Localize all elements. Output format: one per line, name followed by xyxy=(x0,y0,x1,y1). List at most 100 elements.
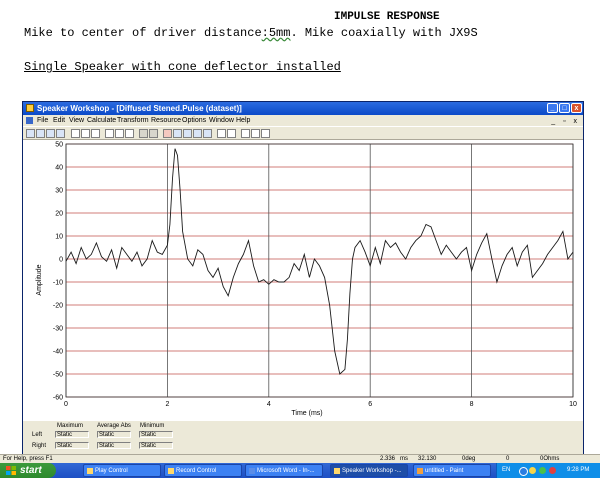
y-tick-label: -40 xyxy=(53,349,63,356)
y-tick-label: 10 xyxy=(55,234,63,241)
zoom-out-icon[interactable] xyxy=(227,129,236,138)
task-record-control[interactable]: Record Control xyxy=(164,464,242,477)
speaker-icon xyxy=(168,468,174,474)
clock: 9:28 PM xyxy=(567,467,590,473)
props-icon[interactable] xyxy=(193,129,202,138)
stats-right-minimum: Static xyxy=(139,442,173,449)
document-icon[interactable] xyxy=(26,117,33,124)
task-label: Play Control xyxy=(95,468,128,474)
stats-right-maximum: Static xyxy=(55,442,89,449)
chart-view-icon[interactable] xyxy=(173,129,182,138)
windows-logo-icon xyxy=(6,466,16,475)
x-tick-label: 0 xyxy=(64,401,68,408)
taskbar: start Play Control Record Control Micros… xyxy=(0,463,600,478)
tray-app-icon[interactable] xyxy=(539,467,546,474)
minimize-button[interactable]: _ xyxy=(547,103,558,113)
stats-header-minimum: Minimum xyxy=(140,423,165,429)
open-icon[interactable] xyxy=(81,129,90,138)
help-icon[interactable] xyxy=(251,129,260,138)
menu-transform[interactable]: Transform xyxy=(117,115,149,126)
new-icon[interactable] xyxy=(71,129,80,138)
menu-bar: File Edit View Calculate Transform Resou… xyxy=(23,115,583,126)
menu-view[interactable]: View xyxy=(69,115,84,126)
doc-line-mike-distance: Mike to center of driver distance:5mm. M… xyxy=(24,26,478,40)
grid-icon[interactable] xyxy=(56,129,65,138)
menu-resource[interactable]: Resource xyxy=(151,115,181,126)
y-tick-label: -10 xyxy=(53,280,63,287)
table-view-icon[interactable] xyxy=(183,129,192,138)
select-icon[interactable] xyxy=(26,129,35,138)
save-icon[interactable] xyxy=(91,129,100,138)
y-tick-label: 40 xyxy=(55,165,63,172)
language-indicator[interactable]: EN xyxy=(502,463,510,478)
security-icon[interactable] xyxy=(549,467,556,474)
network-icon[interactable] xyxy=(519,467,528,476)
y-tick-label: 30 xyxy=(55,188,63,195)
start-label: start xyxy=(20,465,42,476)
y-tick-label: 0 xyxy=(59,257,63,264)
paint-icon xyxy=(417,468,423,474)
menu-window[interactable]: Window xyxy=(209,115,234,126)
cut-icon[interactable] xyxy=(105,129,114,138)
menu-calculate[interactable]: Calculate xyxy=(87,115,116,126)
start-button[interactable]: start xyxy=(0,463,56,478)
stats-right-average: Static xyxy=(97,442,131,449)
stats-left-maximum: Static xyxy=(55,431,89,438)
task-paint[interactable]: untitled - Paint xyxy=(413,464,491,477)
x-tick-label: 2 xyxy=(165,401,169,408)
undo-icon[interactable] xyxy=(139,129,148,138)
close-button[interactable]: x xyxy=(571,103,582,113)
doc-line-speaker: Single Speaker with cone deflector insta… xyxy=(24,60,341,74)
menu-file[interactable]: File xyxy=(37,115,48,126)
x-axis-label: Time (ms) xyxy=(291,410,322,417)
x-tick-label: 10 xyxy=(569,401,577,408)
copy-icon[interactable] xyxy=(115,129,124,138)
chart-icon[interactable] xyxy=(46,129,55,138)
paste-icon[interactable] xyxy=(125,129,134,138)
calc-icon[interactable] xyxy=(203,129,212,138)
context-help-icon[interactable] xyxy=(261,129,270,138)
y-tick-label: 20 xyxy=(55,211,63,218)
task-microsoft-word[interactable]: Microsoft Word - In-... xyxy=(245,464,323,477)
stats-header-maximum: Maximum xyxy=(57,423,84,429)
measure-icon[interactable] xyxy=(163,129,172,138)
doc-line1-squiggle: :5mm xyxy=(261,26,291,40)
task-play-control[interactable]: Play Control xyxy=(83,464,161,477)
task-label: untitled - Paint xyxy=(425,468,464,474)
task-label: Speaker Workshop -... xyxy=(342,468,402,474)
zoom-in-icon[interactable] xyxy=(217,129,226,138)
x-tick-label: 8 xyxy=(470,401,474,408)
menu-options[interactable]: Options xyxy=(182,115,206,126)
system-tray: EN 9:28 PM xyxy=(496,463,600,478)
stats-header-average: Average Abs xyxy=(97,423,131,429)
x-tick-label: 6 xyxy=(368,401,372,408)
task-label: Microsoft Word - In-... xyxy=(257,468,315,474)
stats-left-minimum: Static xyxy=(139,431,173,438)
title-bar[interactable]: Speaker Workshop - [Diffused Stened.Puls… xyxy=(23,102,583,115)
plot-frame xyxy=(65,143,574,398)
dataset-icon[interactable] xyxy=(36,129,45,138)
doc-heading: IMPULSE RESPONSE xyxy=(334,11,440,23)
toolbar xyxy=(23,126,583,140)
y-tick-label: 50 xyxy=(55,142,63,149)
speaker-workshop-icon xyxy=(334,468,340,474)
window-title: Speaker Workshop - [Diffused Stened.Puls… xyxy=(37,104,242,113)
y-axis-label: Amplitude xyxy=(36,264,43,295)
app-icon[interactable] xyxy=(26,104,34,112)
speaker-workshop-window: Speaker Workshop - [Diffused Stened.Puls… xyxy=(22,101,584,463)
redo-icon[interactable] xyxy=(149,129,158,138)
speaker-icon xyxy=(87,468,93,474)
stats-panel: Maximum Average Abs Minimum Left Static … xyxy=(23,421,183,454)
menu-edit[interactable]: Edit xyxy=(53,115,65,126)
menu-help[interactable]: Help xyxy=(236,115,250,126)
print-icon[interactable] xyxy=(241,129,250,138)
y-tick-label: -20 xyxy=(53,303,63,310)
stats-left-average: Static xyxy=(97,431,131,438)
maximize-button[interactable]: □ xyxy=(559,103,570,113)
plot-area[interactable]: Amplitude Time (ms) 50 40 30 20 10 0 -10 -20 -30… xyxy=(23,140,583,421)
x-tick-label: 4 xyxy=(267,401,271,408)
task-label: Record Control xyxy=(176,468,217,474)
speaker-tray-icon[interactable] xyxy=(529,467,536,474)
task-speaker-workshop[interactable]: Speaker Workshop -... xyxy=(330,464,408,477)
impulse-chart: Amplitude Time (ms) 50403020100-10-20-30… xyxy=(36,142,577,418)
